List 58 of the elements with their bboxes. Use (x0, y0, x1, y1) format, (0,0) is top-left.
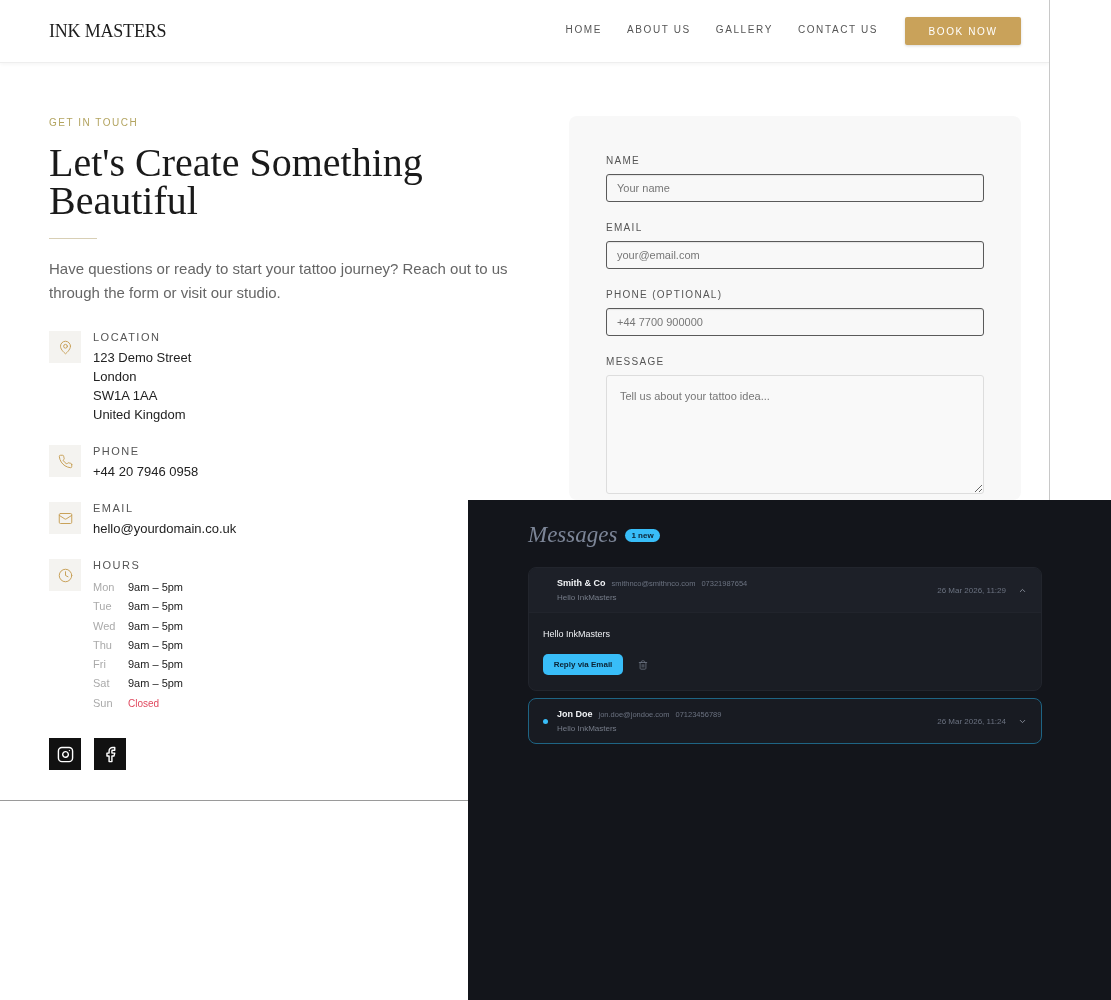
opening-hours: 9am – 5pm (128, 657, 184, 673)
text-field[interactable]: +44 7700 900000 (606, 308, 984, 336)
nav-link[interactable]: GALLERY (715, 24, 773, 36)
day-label: Sat (93, 676, 111, 692)
text-field[interactable]: Your name (606, 174, 984, 202)
nav-link[interactable]: HOME (565, 24, 602, 36)
nav-link[interactable]: CONTACT US (797, 24, 878, 36)
opening-hours: 9am – 5pm (128, 618, 184, 634)
opening-hours: 9am – 5pm (128, 580, 184, 595)
brand-name[interactable]: INK MASTERS (49, 17, 167, 45)
instagram-icon (56, 745, 74, 763)
field-label: MESSAGE (606, 355, 666, 368)
new-count-badge: 1 new (625, 528, 660, 542)
intro-text: Have questions or ready to start your tattoo journey? Reach out to us through the form or visit our studio. (49, 259, 509, 303)
opening-hours: 9am – 5pm (128, 637, 184, 653)
contact-value: hello@yourdomain.co.uk (93, 520, 237, 538)
contact-value: London (93, 368, 138, 386)
opening-hours: 9am – 5pm (128, 676, 184, 692)
contact-value: United Kingdom (93, 406, 187, 424)
day-label: Sun (93, 695, 114, 711)
message-field[interactable]: Tell us about your tattoo idea... (606, 375, 984, 494)
contact-label: LOCATION (93, 330, 162, 344)
trash-icon[interactable] (638, 659, 648, 670)
clock-icon (49, 559, 81, 591)
contact-label: EMAIL (93, 501, 135, 515)
social-link[interactable] (94, 738, 126, 771)
panel-title: Messages (528, 522, 618, 548)
opening-hours: 9am – 5pm (128, 599, 184, 615)
message-date: 26 Mar 2026, 11:29 (937, 584, 1006, 596)
text-field[interactable]: your@email.com (606, 241, 984, 269)
nav-link[interactable]: ABOUT US (627, 24, 691, 36)
social-link[interactable] (49, 738, 81, 771)
day-label: Fri (93, 657, 107, 673)
contact-label: HOURS (93, 558, 142, 572)
day-label: Tue (93, 599, 113, 615)
reply-button[interactable]: Reply via Email (543, 654, 623, 675)
field-label: EMAIL (606, 221, 644, 234)
message-preview: Hello InkMasters (557, 723, 618, 734)
contact-value: +44 20 7946 0958 (93, 463, 199, 481)
message-preview: Hello InkMasters (557, 592, 618, 603)
sender-name: Smith & Co (557, 577, 606, 589)
day-label: Mon (93, 580, 116, 595)
envelope-icon (49, 502, 81, 534)
page-heading: Let's Create Something Beautiful (49, 144, 424, 220)
phone-icon (49, 445, 81, 477)
day-label: Wed (93, 618, 117, 634)
contact-label: PHONE (93, 444, 141, 458)
message-date: 26 Mar 2026, 11:24 (937, 715, 1006, 727)
map-pin-icon (49, 331, 81, 363)
sender-name: Jon Doe (557, 708, 593, 720)
contact-value: 123 Demo Street (93, 349, 192, 367)
section-eyebrow: GET IN TOUCH (49, 117, 140, 129)
closed-status: Closed (128, 696, 161, 711)
contact-value: SW1A 1AA (93, 387, 159, 405)
field-label: PHONE (OPTIONAL) (606, 288, 724, 301)
message-body: Hello InkMasters (543, 628, 612, 640)
day-label: Thu (93, 637, 113, 653)
field-label: NAME (606, 154, 642, 167)
